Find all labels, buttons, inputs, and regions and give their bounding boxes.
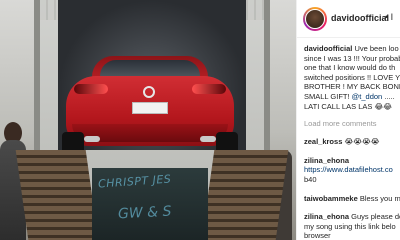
wooden-ramp-right xyxy=(201,150,289,240)
avatar[interactable] xyxy=(305,9,325,29)
comment: zilina_ehona https://www.datafilehost.co… xyxy=(304,156,400,185)
tail-light-left xyxy=(74,84,108,94)
comment-text: my song using this link belo xyxy=(304,221,396,231)
comment-username[interactable]: zilina_ehona xyxy=(304,156,349,165)
comment-link[interactable]: https://www.datafilehost.co xyxy=(304,165,400,175)
caption-username[interactable]: davidoofficial xyxy=(304,44,352,53)
caption-line: Uve been loo xyxy=(354,44,399,53)
caption-line: LATI CALL LAS LAS 😂😂 xyxy=(304,101,392,111)
comment-text: Guys please do xyxy=(351,212,400,222)
comments-list: davidoofficial Uve been loo since I was … xyxy=(304,44,400,240)
comment-text: browser xyxy=(304,231,331,240)
header-follow-dot[interactable]: • I xyxy=(385,12,393,22)
caption-line: BROTHER ! MY BACK BONE! xyxy=(304,82,400,92)
comment-text: Bless you m xyxy=(359,193,400,203)
exhaust-right xyxy=(200,136,216,142)
comment-text: 😭😭😭😭 xyxy=(344,137,380,147)
comment-text: b40 xyxy=(304,174,317,184)
comment: taiwobammeke Bless you m xyxy=(304,194,400,204)
caption-line: one that I know would do th xyxy=(304,63,396,73)
post-header: davidoofficial • I xyxy=(297,0,400,38)
caption-line: SMALL GIFT! xyxy=(304,91,350,101)
caption-mention-link[interactable]: @t_ddon xyxy=(352,92,383,101)
comment-username[interactable]: taiwobammeke xyxy=(304,194,358,203)
avatar-story-ring[interactable] xyxy=(303,7,327,31)
wooden-ramp-left xyxy=(15,150,99,240)
header-username-link[interactable]: davidoofficial xyxy=(331,13,389,23)
comment-username[interactable]: zilina_ehona xyxy=(304,212,349,221)
caption-line: since I was 13 !!! Your probab xyxy=(304,53,400,63)
car-badge-logo xyxy=(143,86,155,98)
caption-line: switched positions !! LOVE Y xyxy=(304,72,400,82)
exhaust-left xyxy=(84,136,100,142)
caption: davidoofficial Uve been loo since I was … xyxy=(304,44,400,111)
comment: zeal_kross 😭😭😭😭 xyxy=(304,137,400,147)
load-more-comments-button[interactable]: Load more comments xyxy=(304,119,400,128)
license-plate xyxy=(132,102,168,114)
comments-panel: davidoofficial • I davidoofficial Uve be… xyxy=(296,0,400,240)
tail-light-right xyxy=(192,84,226,94)
comment-username[interactable]: zeal_kross xyxy=(304,137,342,146)
comment: zilina_ehona Guys please do my song usin… xyxy=(304,212,400,240)
caption-mention-suffix: ..... xyxy=(384,91,395,101)
post-photo[interactable]: CHRISPT JES GW & S xyxy=(0,0,296,240)
